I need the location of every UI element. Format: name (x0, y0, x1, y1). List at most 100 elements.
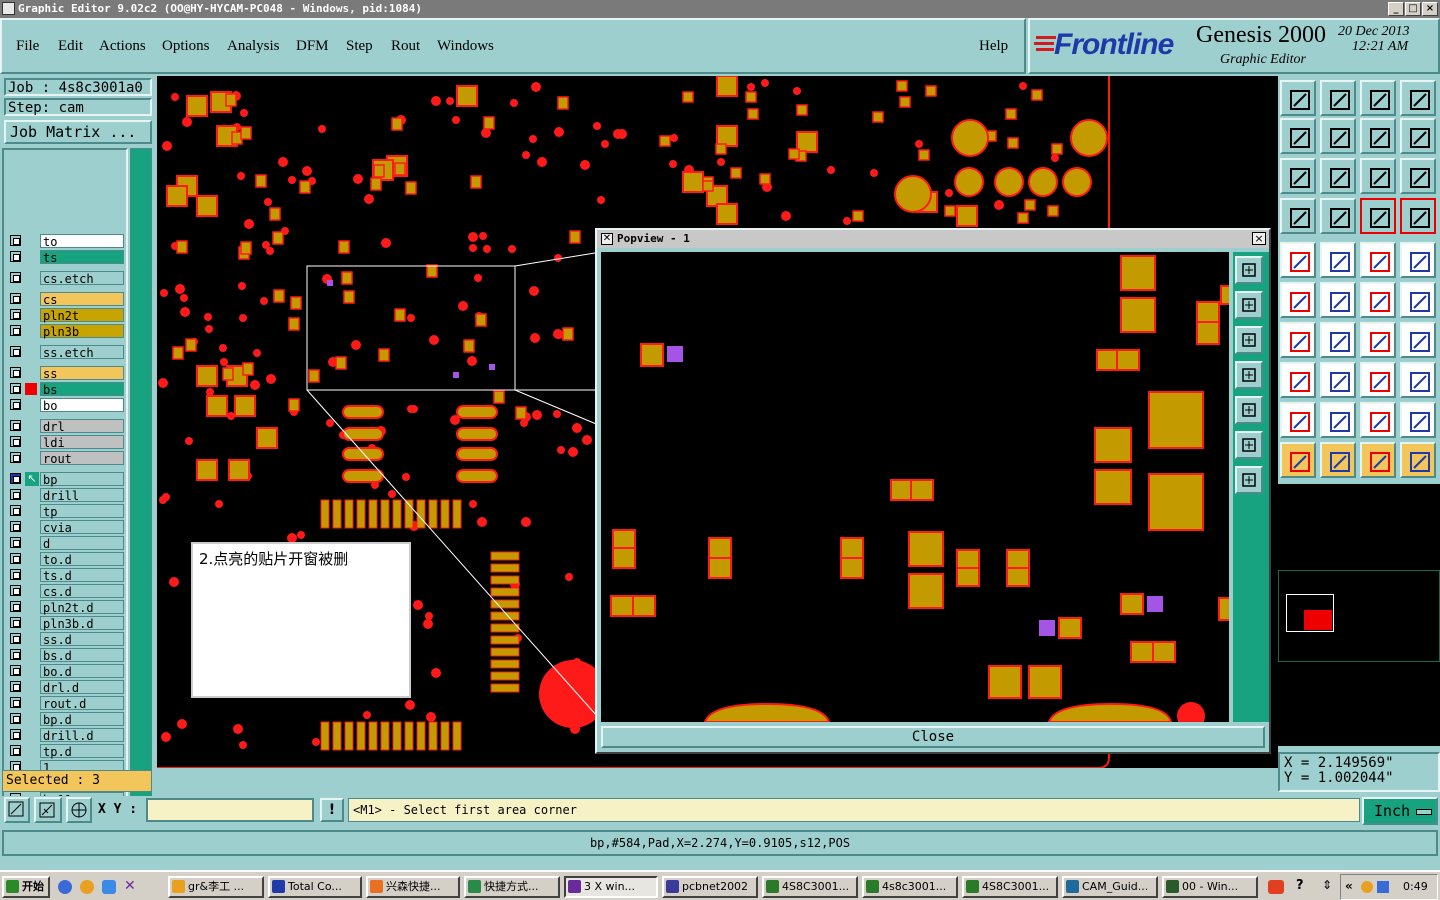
layer-checkbox[interactable] (10, 325, 21, 336)
layer-name[interactable]: bp.d (40, 712, 124, 727)
layer-checkbox[interactable] (10, 569, 21, 580)
pan-left-icon[interactable] (1280, 118, 1316, 154)
layer-name[interactable]: cs.d (40, 584, 124, 599)
taskbar-item[interactable]: 4s8c3001... (862, 876, 958, 898)
line-tool-icon[interactable] (1320, 242, 1356, 278)
menu-windows[interactable]: Windows (437, 38, 494, 55)
tray-network-icon[interactable] (1377, 881, 1389, 893)
browser-icon[interactable] (102, 880, 116, 894)
layer-checkbox[interactable] (10, 521, 21, 532)
layer-checkbox[interactable] (10, 436, 21, 447)
snap-icon[interactable] (34, 797, 62, 823)
grid-icon[interactable] (66, 797, 92, 823)
layer-row-drl[interactable]: drl (8, 419, 124, 434)
layer-row-drl-d[interactable]: drl.d (8, 680, 124, 695)
select-arrow-icon[interactable] (1280, 442, 1316, 478)
layer-name[interactable]: ss.etch (40, 345, 124, 360)
taskbar-item[interactable]: 00 - Win... (1162, 876, 1258, 898)
layer-name[interactable]: pln2t (40, 308, 124, 323)
menu-options[interactable]: Options (162, 38, 210, 55)
layer-checkbox[interactable] (10, 745, 21, 756)
layer-name[interactable]: bp (40, 472, 124, 487)
clock-app-icon[interactable] (80, 880, 94, 894)
layer-name[interactable]: bs (40, 382, 124, 397)
layer-row-to-d[interactable]: to.d (8, 552, 124, 567)
menu-rout[interactable]: Rout (391, 38, 420, 55)
overview-map[interactable] (1278, 484, 1440, 746)
question-icon[interactable] (1400, 158, 1436, 194)
layer-checkbox[interactable] (10, 553, 21, 564)
layer-checkbox[interactable] (10, 367, 21, 378)
layer-row-drill-d[interactable]: drill.d (8, 728, 124, 743)
select-net-icon[interactable] (1360, 442, 1396, 478)
node-icon[interactable] (1400, 282, 1436, 318)
layer-name[interactable]: pln3b (40, 324, 124, 339)
layer-name[interactable]: cs.etch (40, 271, 124, 286)
connect-icon[interactable] (1280, 282, 1316, 318)
measure-icon[interactable] (1280, 198, 1316, 234)
menu-analysis[interactable]: Analysis (227, 38, 280, 55)
layer-row-bp[interactable]: bp ↖ (8, 472, 124, 487)
tray-expand-icon[interactable]: « (1345, 879, 1353, 893)
route-icon[interactable] (1360, 282, 1396, 318)
taskbar-item[interactable]: 兴森快捷... (366, 876, 460, 898)
layer-row-bs-d[interactable]: bs.d (8, 648, 124, 663)
triangle-icon[interactable] (1280, 402, 1316, 438)
delete-icon[interactable] (1320, 282, 1356, 318)
layer-row-pln3b[interactable]: pln3b (8, 324, 124, 339)
popview-canvas[interactable] (601, 252, 1229, 722)
layer-checkbox[interactable] (10, 251, 21, 262)
flip-icon[interactable] (1400, 322, 1436, 358)
layer-name[interactable]: cvia (40, 520, 124, 535)
layer-checkbox[interactable] (10, 309, 21, 320)
menu-file[interactable]: File (16, 38, 39, 55)
select-path-icon[interactable] (1400, 442, 1436, 478)
layer-row-pln3b-d[interactable]: pln3b.d (8, 616, 124, 631)
layer-name[interactable]: ss.d (40, 632, 124, 647)
layer-checkbox[interactable] (10, 346, 21, 357)
layer-row-bo[interactable]: bo (8, 398, 124, 413)
layer-row-tp-d[interactable]: tp.d (8, 744, 124, 759)
layer-row-pln2t[interactable]: pln2t (8, 308, 124, 323)
layer-checkbox[interactable] (10, 729, 21, 740)
popview-close-icon[interactable]: × (1252, 232, 1266, 245)
menu-actions[interactable]: Actions (99, 38, 146, 55)
slash-icon[interactable] (1320, 322, 1356, 358)
dimension-icon[interactable] (1360, 362, 1396, 398)
layer-name[interactable]: tp.d (40, 744, 124, 759)
start-button[interactable]: 开始 (2, 876, 50, 898)
pv-home-icon[interactable] (1235, 291, 1263, 319)
layer-name[interactable]: rout.d (40, 696, 124, 711)
pan-right-icon[interactable] (1320, 118, 1356, 154)
clock[interactable]: 0:49 (1403, 880, 1428, 893)
tray-s-icon[interactable] (1268, 880, 1284, 894)
menu-edit[interactable]: Edit (58, 38, 83, 55)
redraw-icon[interactable] (1360, 118, 1396, 154)
layer-row-bs[interactable]: bs (8, 382, 124, 397)
grid-toggle-icon[interactable] (1320, 198, 1356, 234)
layer-checkbox[interactable] (10, 649, 21, 660)
snap-grid-icon[interactable] (1400, 118, 1436, 154)
layer-row-d[interactable]: d (8, 536, 124, 551)
arc-icon[interactable] (1360, 322, 1396, 358)
layer-row-ts-d[interactable]: ts.d (8, 568, 124, 583)
layer-name[interactable]: ldi (40, 435, 124, 450)
pv-zoom-icon[interactable] (1235, 256, 1263, 284)
zoom-out-icon[interactable] (1320, 80, 1356, 116)
layer-row-bp-d[interactable]: bp.d (8, 712, 124, 727)
tray-arrows-icon[interactable]: ⇕ (1322, 878, 1332, 892)
layer-checkbox[interactable] (10, 473, 21, 484)
fit-screen-icon[interactable] (1280, 158, 1316, 194)
job-matrix-button[interactable]: Job Matrix ... (4, 120, 152, 144)
layer-row-ldi[interactable]: ldi (8, 435, 124, 450)
layer-checkbox[interactable] (10, 272, 21, 283)
layer-checkbox[interactable] (10, 505, 21, 516)
zoom-area-icon[interactable] (4, 797, 30, 823)
resize-icon[interactable] (1280, 362, 1316, 398)
pv-shrink-icon[interactable] (1235, 466, 1263, 494)
layer-name[interactable]: ss (40, 366, 124, 381)
layer-checkbox[interactable] (10, 383, 21, 394)
arch-icon[interactable] (1360, 402, 1396, 438)
minus-icon[interactable] (1320, 362, 1356, 398)
layer-checkbox[interactable] (10, 601, 21, 612)
